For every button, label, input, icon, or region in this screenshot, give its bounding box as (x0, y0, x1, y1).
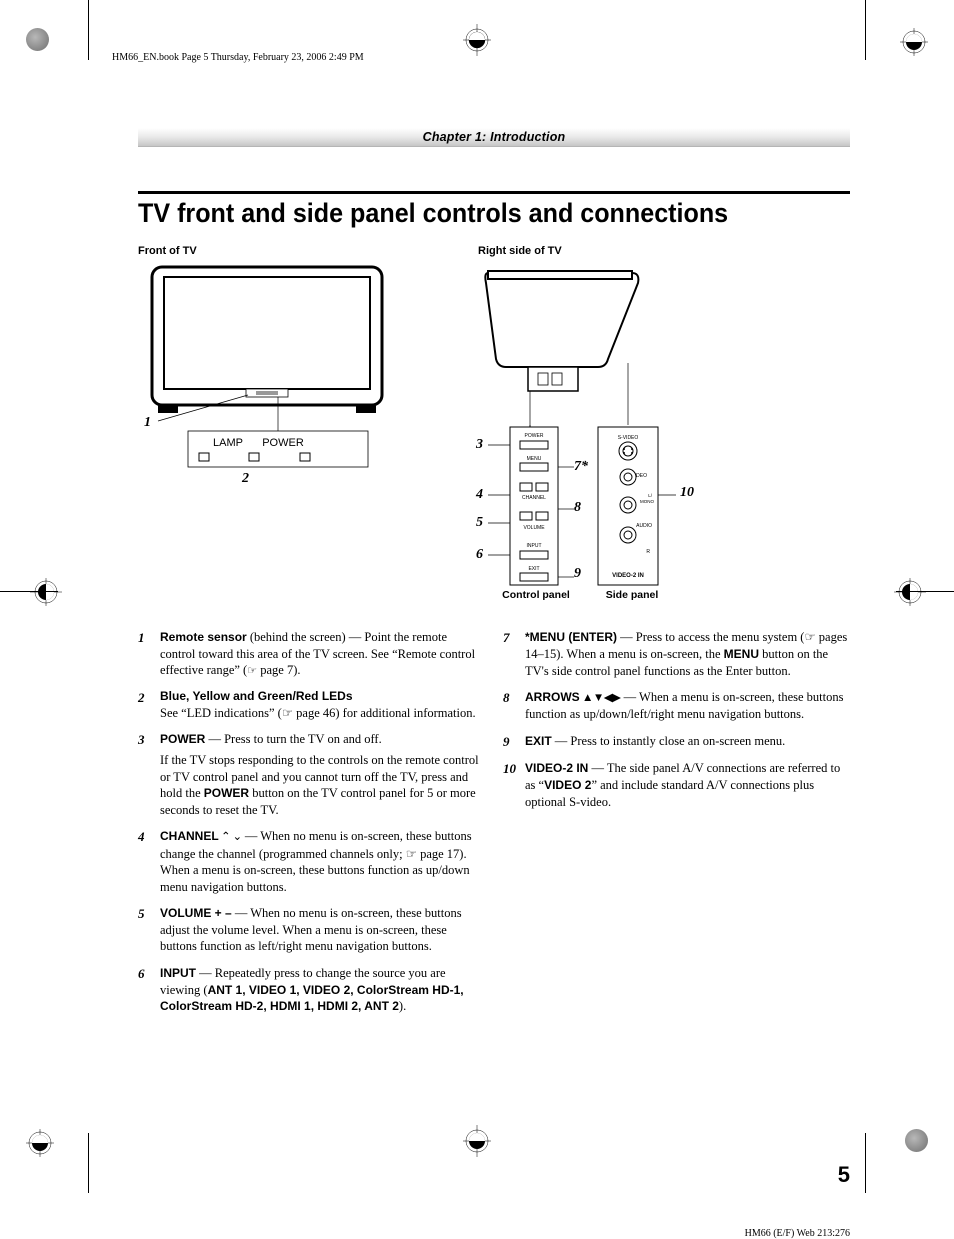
body-columns: 1 Remote sensor (behind the screen) — Po… (138, 629, 850, 1025)
registration-mark-icon (463, 1125, 491, 1157)
item-head: EXIT (525, 734, 552, 748)
svg-text:CHANNEL: CHANNEL (522, 495, 546, 501)
svg-text:S-VIDEO: S-VIDEO (618, 435, 639, 441)
svg-text:VIDEO-2 IN: VIDEO-2 IN (612, 573, 644, 579)
svg-text:POWER: POWER (262, 437, 304, 449)
control-panel-label: Control panel (496, 589, 576, 601)
registration-mark-icon (900, 28, 928, 61)
list-item: 3 POWER — Press to turn the TV on and of… (138, 731, 485, 818)
front-of-tv-label: Front of TV (138, 245, 438, 257)
page-title: TV front and side panel controls and con… (138, 198, 800, 229)
callout-9: 9 (574, 566, 581, 582)
right-side-diagram: POWER MENU CHANNEL VOLUME INPUT EXIT S-V… (458, 263, 838, 623)
list-item: 4 CHANNEL ⌃ ⌄ — When no menu is on-scree… (138, 828, 485, 895)
list-item: 10 VIDEO-2 IN — The side panel A/V conne… (503, 760, 850, 810)
item-head: CHANNEL (160, 829, 219, 843)
svg-text:VOLUME: VOLUME (523, 525, 545, 531)
front-of-tv-diagram: LAMP POWER (138, 263, 438, 503)
title-rule (138, 191, 850, 194)
svg-text:POWER: POWER (525, 433, 544, 439)
left-column: 1 Remote sensor (behind the screen) — Po… (138, 629, 485, 1025)
registration-mark-icon (30, 578, 60, 606)
list-item: 8 ARROWS ▲▼◀▶ — When a menu is on-screen… (503, 689, 850, 723)
list-item: 5 VOLUME + – — When no menu is on-screen… (138, 905, 485, 955)
callout-4: 4 (476, 487, 483, 503)
right-side-label: Right side of TV (478, 245, 850, 257)
svg-text:EXIT: EXIT (528, 566, 539, 572)
registration-mark-gray (26, 28, 49, 56)
list-item: 9 EXIT — Press to instantly close an on-… (503, 733, 850, 750)
callout-3: 3 (476, 437, 483, 453)
svg-text:MENU: MENU (527, 456, 542, 462)
callout-6: 6 (476, 547, 483, 563)
registration-mark-icon (26, 1129, 54, 1162)
chapter-heading: Chapter 1: Introduction (138, 128, 850, 147)
item-head: Blue, Yellow and Green/Red LEDs (160, 689, 485, 705)
callout-10: 10 (680, 485, 694, 501)
list-item: 7 *MENU (ENTER) — Press to access the me… (503, 629, 850, 679)
crop-mark (0, 591, 58, 592)
item-head: *MENU (ENTER) (525, 630, 617, 644)
registration-mark-icon (894, 578, 924, 606)
item-head: VIDEO-2 IN (525, 761, 588, 775)
book-header: HM66_EN.book Page 5 Thursday, February 2… (112, 52, 364, 63)
crop-mark (896, 591, 954, 592)
item-head: VOLUME + – (160, 906, 232, 920)
list-item: 1 Remote sensor (behind the screen) — Po… (138, 629, 485, 679)
list-item: 6 INPUT — Repeatedly press to change the… (138, 965, 485, 1015)
page-number: 5 (838, 1162, 850, 1188)
svg-text:INPUT: INPUT (527, 543, 542, 549)
registration-mark-gray (905, 1129, 928, 1157)
callout-5: 5 (476, 515, 483, 531)
callout-7: 7* (574, 459, 588, 475)
item-head: Remote sensor (160, 630, 247, 644)
side-panel-label: Side panel (592, 589, 672, 601)
item-head: POWER (160, 732, 205, 746)
svg-text:LAMP: LAMP (213, 437, 243, 449)
svg-text:AUDIO: AUDIO (636, 523, 652, 529)
diagrams-area: Front of TV LAMP POWER (138, 245, 850, 615)
svg-text:MONO: MONO (640, 499, 654, 504)
footer-code: HM66 (E/F) Web 213:276 (745, 1228, 850, 1239)
item-head: INPUT (160, 966, 196, 980)
callout-8: 8 (574, 500, 581, 516)
callout-2: 2 (242, 471, 249, 487)
callout-1: 1 (144, 415, 151, 431)
registration-mark-icon (463, 24, 491, 56)
svg-text:R: R (646, 549, 650, 555)
right-column: 7 *MENU (ENTER) — Press to access the me… (503, 629, 850, 1025)
list-item: 2 Blue, Yellow and Green/Red LEDsSee “LE… (138, 689, 485, 721)
item-head: ARROWS (525, 690, 580, 704)
